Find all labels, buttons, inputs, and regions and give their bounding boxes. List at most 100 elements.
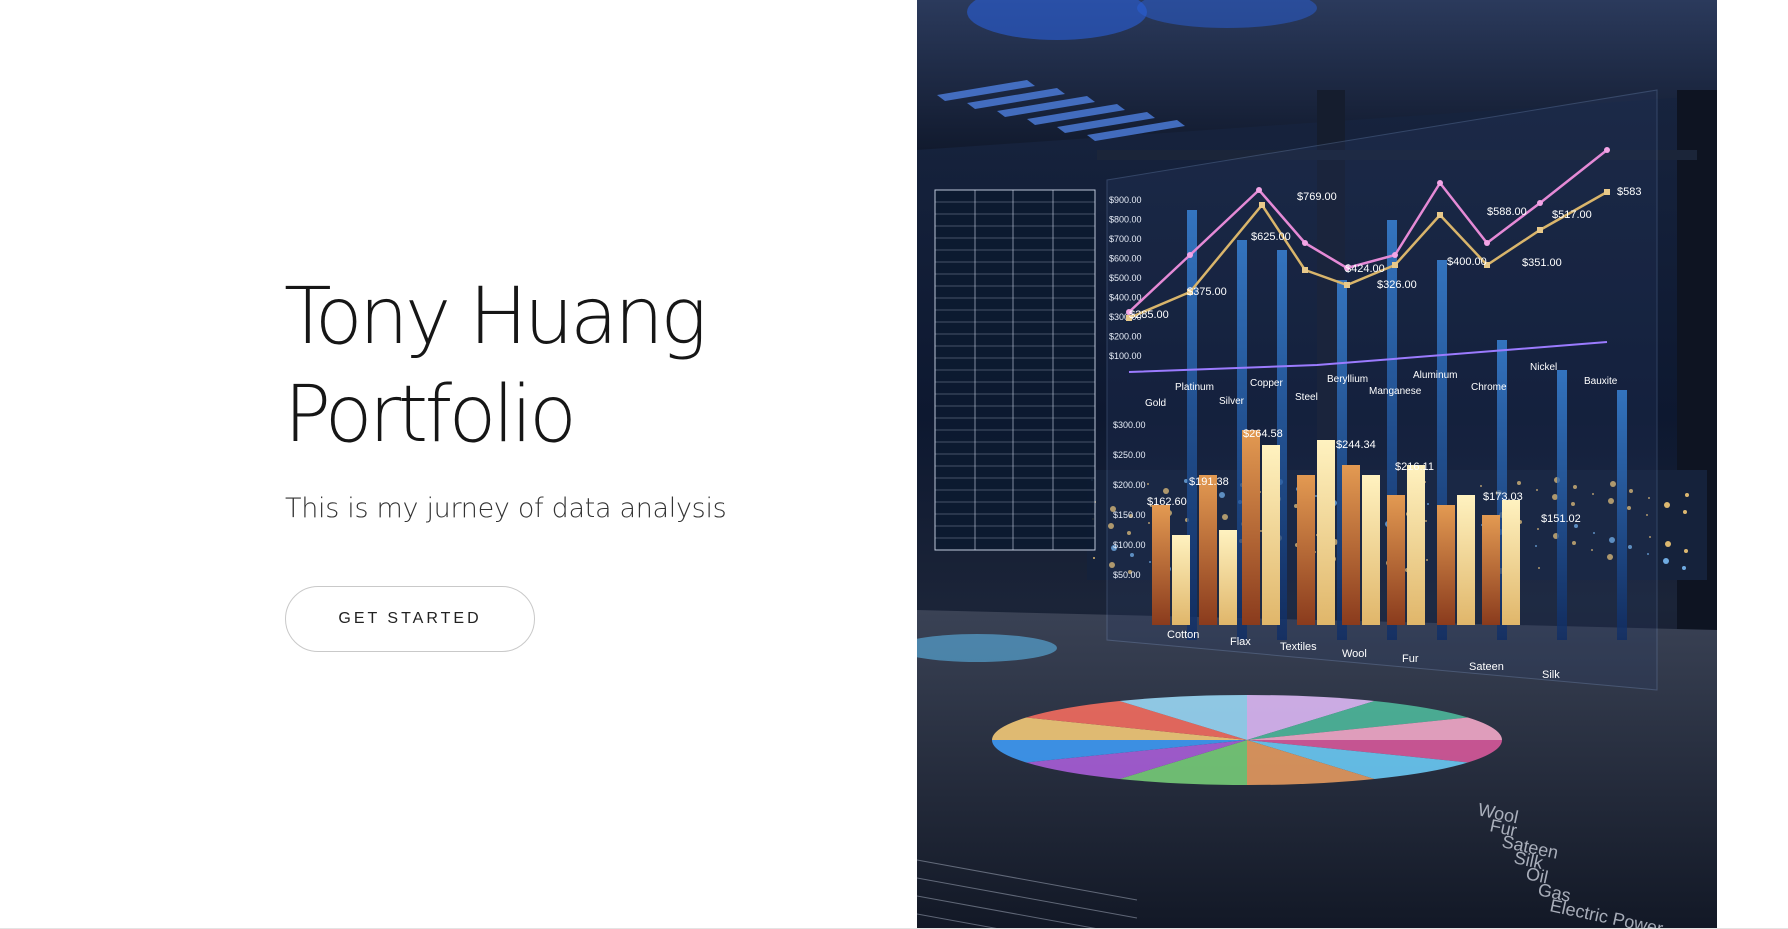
material-label: Aluminum [1413, 370, 1457, 381]
gold-line-point [1259, 202, 1265, 208]
axis-label: $400.00 [1109, 293, 1142, 303]
pink-line-point [1537, 200, 1543, 206]
orange-bar [1199, 475, 1217, 625]
material-label: Gold [1145, 398, 1166, 409]
background-bar [1617, 390, 1627, 640]
bar-value-label: $162.60 [1147, 496, 1187, 508]
line-value-label: $769.00 [1297, 191, 1337, 203]
bar-value-label: $151.02 [1541, 513, 1581, 525]
orange-bar [1297, 475, 1315, 625]
bar-value-label: $244.34 [1336, 439, 1376, 451]
pink-line-point [1604, 147, 1610, 153]
material-label: Textiles [1280, 641, 1317, 653]
bar-value-label: $173.03 [1483, 491, 1523, 503]
get-started-button[interactable]: GET STARTED [285, 586, 535, 652]
material-label: Bauxite [1584, 376, 1618, 387]
material-label: Beryllium [1327, 374, 1368, 385]
pink-line-point [1187, 252, 1193, 258]
material-label: Copper [1250, 378, 1283, 389]
material-label: Fur [1402, 653, 1419, 665]
hero-image: $900.00 $800.00 $700.00 $600.00 $500.00 $400.… [917, 0, 1717, 928]
material-label: Silk [1542, 669, 1560, 681]
line-value-label: $400.00 [1447, 256, 1487, 268]
pink-line-point [1256, 187, 1262, 193]
line-value-label: $375.00 [1187, 286, 1227, 298]
orange-bar [1152, 505, 1170, 625]
hero-title-line-1: Tony Huang [284, 272, 707, 362]
pink-line-point [1437, 180, 1443, 186]
axis-label: $500.00 [1109, 273, 1142, 283]
line-value-label: $583 [1617, 186, 1641, 198]
material-label: Cotton [1167, 629, 1199, 641]
axis-label: $200.00 [1109, 332, 1142, 342]
orange-bar [1437, 505, 1455, 625]
gold-line-point [1437, 212, 1443, 218]
city-light [1682, 566, 1686, 570]
cream-bar [1457, 495, 1475, 625]
material-label: Wool [1342, 648, 1367, 660]
line-value-label: $285.00 [1129, 309, 1169, 321]
gold-line-point [1392, 262, 1398, 268]
bar-value-label: $216.11 [1395, 461, 1434, 473]
line-value-label: $326.00 [1377, 279, 1417, 291]
cream-bar [1502, 500, 1520, 625]
axis-label: $150.00 [1113, 510, 1146, 520]
pink-line-point [1484, 240, 1490, 246]
axis-label: $900.00 [1109, 195, 1142, 205]
line-value-label: $424.00 [1345, 263, 1385, 275]
line-value-label: $351.00 [1522, 257, 1562, 269]
gold-line-point [1302, 267, 1308, 273]
background-bar [1557, 370, 1567, 640]
line-value-label: $517.00 [1552, 209, 1592, 221]
hero-title-line-2: Portfolio [284, 370, 577, 460]
city-light [1684, 549, 1688, 553]
data-visualization-photo: $900.00 $800.00 $700.00 $600.00 $500.00 $400.… [917, 0, 1717, 928]
gold-line-point [1604, 189, 1610, 195]
material-label: Nickel [1530, 362, 1557, 373]
axis-label: $700.00 [1109, 234, 1142, 244]
material-label: Manganese [1369, 386, 1422, 397]
axis-label: $600.00 [1109, 254, 1142, 264]
gold-line-point [1537, 227, 1543, 233]
material-label: Steel [1295, 392, 1318, 403]
axis-label: $800.00 [1109, 215, 1142, 225]
cream-bar [1172, 535, 1190, 625]
material-label: Chrome [1471, 382, 1507, 393]
bar-value-label: $191.38 [1189, 476, 1229, 488]
orange-bar [1387, 495, 1405, 625]
hero-title: Tony Huang Portfolio [284, 268, 707, 464]
material-label: Flax [1230, 636, 1251, 648]
cream-bar [1219, 530, 1237, 625]
cream-bar [1362, 475, 1380, 625]
axis-label: $100.00 [1113, 540, 1146, 550]
city-light [1683, 510, 1687, 514]
city-light [1685, 493, 1689, 497]
bar-value-label: $264.58 [1243, 428, 1283, 440]
hero-subtitle: This is my jurney of data analysis [285, 493, 727, 524]
axis-label: $200.00 [1113, 480, 1146, 490]
landing-page: Tony Huang Portfolio This is my jurney o… [0, 0, 1788, 929]
city-light [1665, 541, 1671, 547]
axis-label: $250.00 [1113, 450, 1146, 460]
line-value-label: $588.00 [1487, 206, 1527, 218]
city-light [1093, 557, 1095, 559]
cream-bar [1407, 465, 1425, 625]
axis-label: $50.00 [1113, 570, 1141, 580]
orange-bar [1482, 515, 1500, 625]
cream-bar [1262, 445, 1280, 625]
city-light [1664, 502, 1670, 508]
material-label: Platinum [1175, 382, 1214, 393]
city-light [1663, 558, 1669, 564]
photo-scene: $900.00 $800.00 $700.00 $600.00 $500.00 $400.… [917, 0, 1717, 928]
orange-bar [1242, 430, 1260, 625]
pink-line-point [1392, 252, 1398, 258]
cream-bar [1317, 440, 1335, 625]
axis-label: $100.00 [1109, 351, 1142, 361]
axis-label: $300.00 [1113, 420, 1146, 430]
material-label: Silver [1219, 396, 1245, 407]
hero-text-section: Tony Huang Portfolio This is my jurney o… [0, 0, 917, 929]
pink-line-point [1302, 240, 1308, 246]
material-label: Sateen [1469, 661, 1504, 673]
orange-bar [1342, 465, 1360, 625]
line-value-label: $625.00 [1251, 231, 1291, 243]
